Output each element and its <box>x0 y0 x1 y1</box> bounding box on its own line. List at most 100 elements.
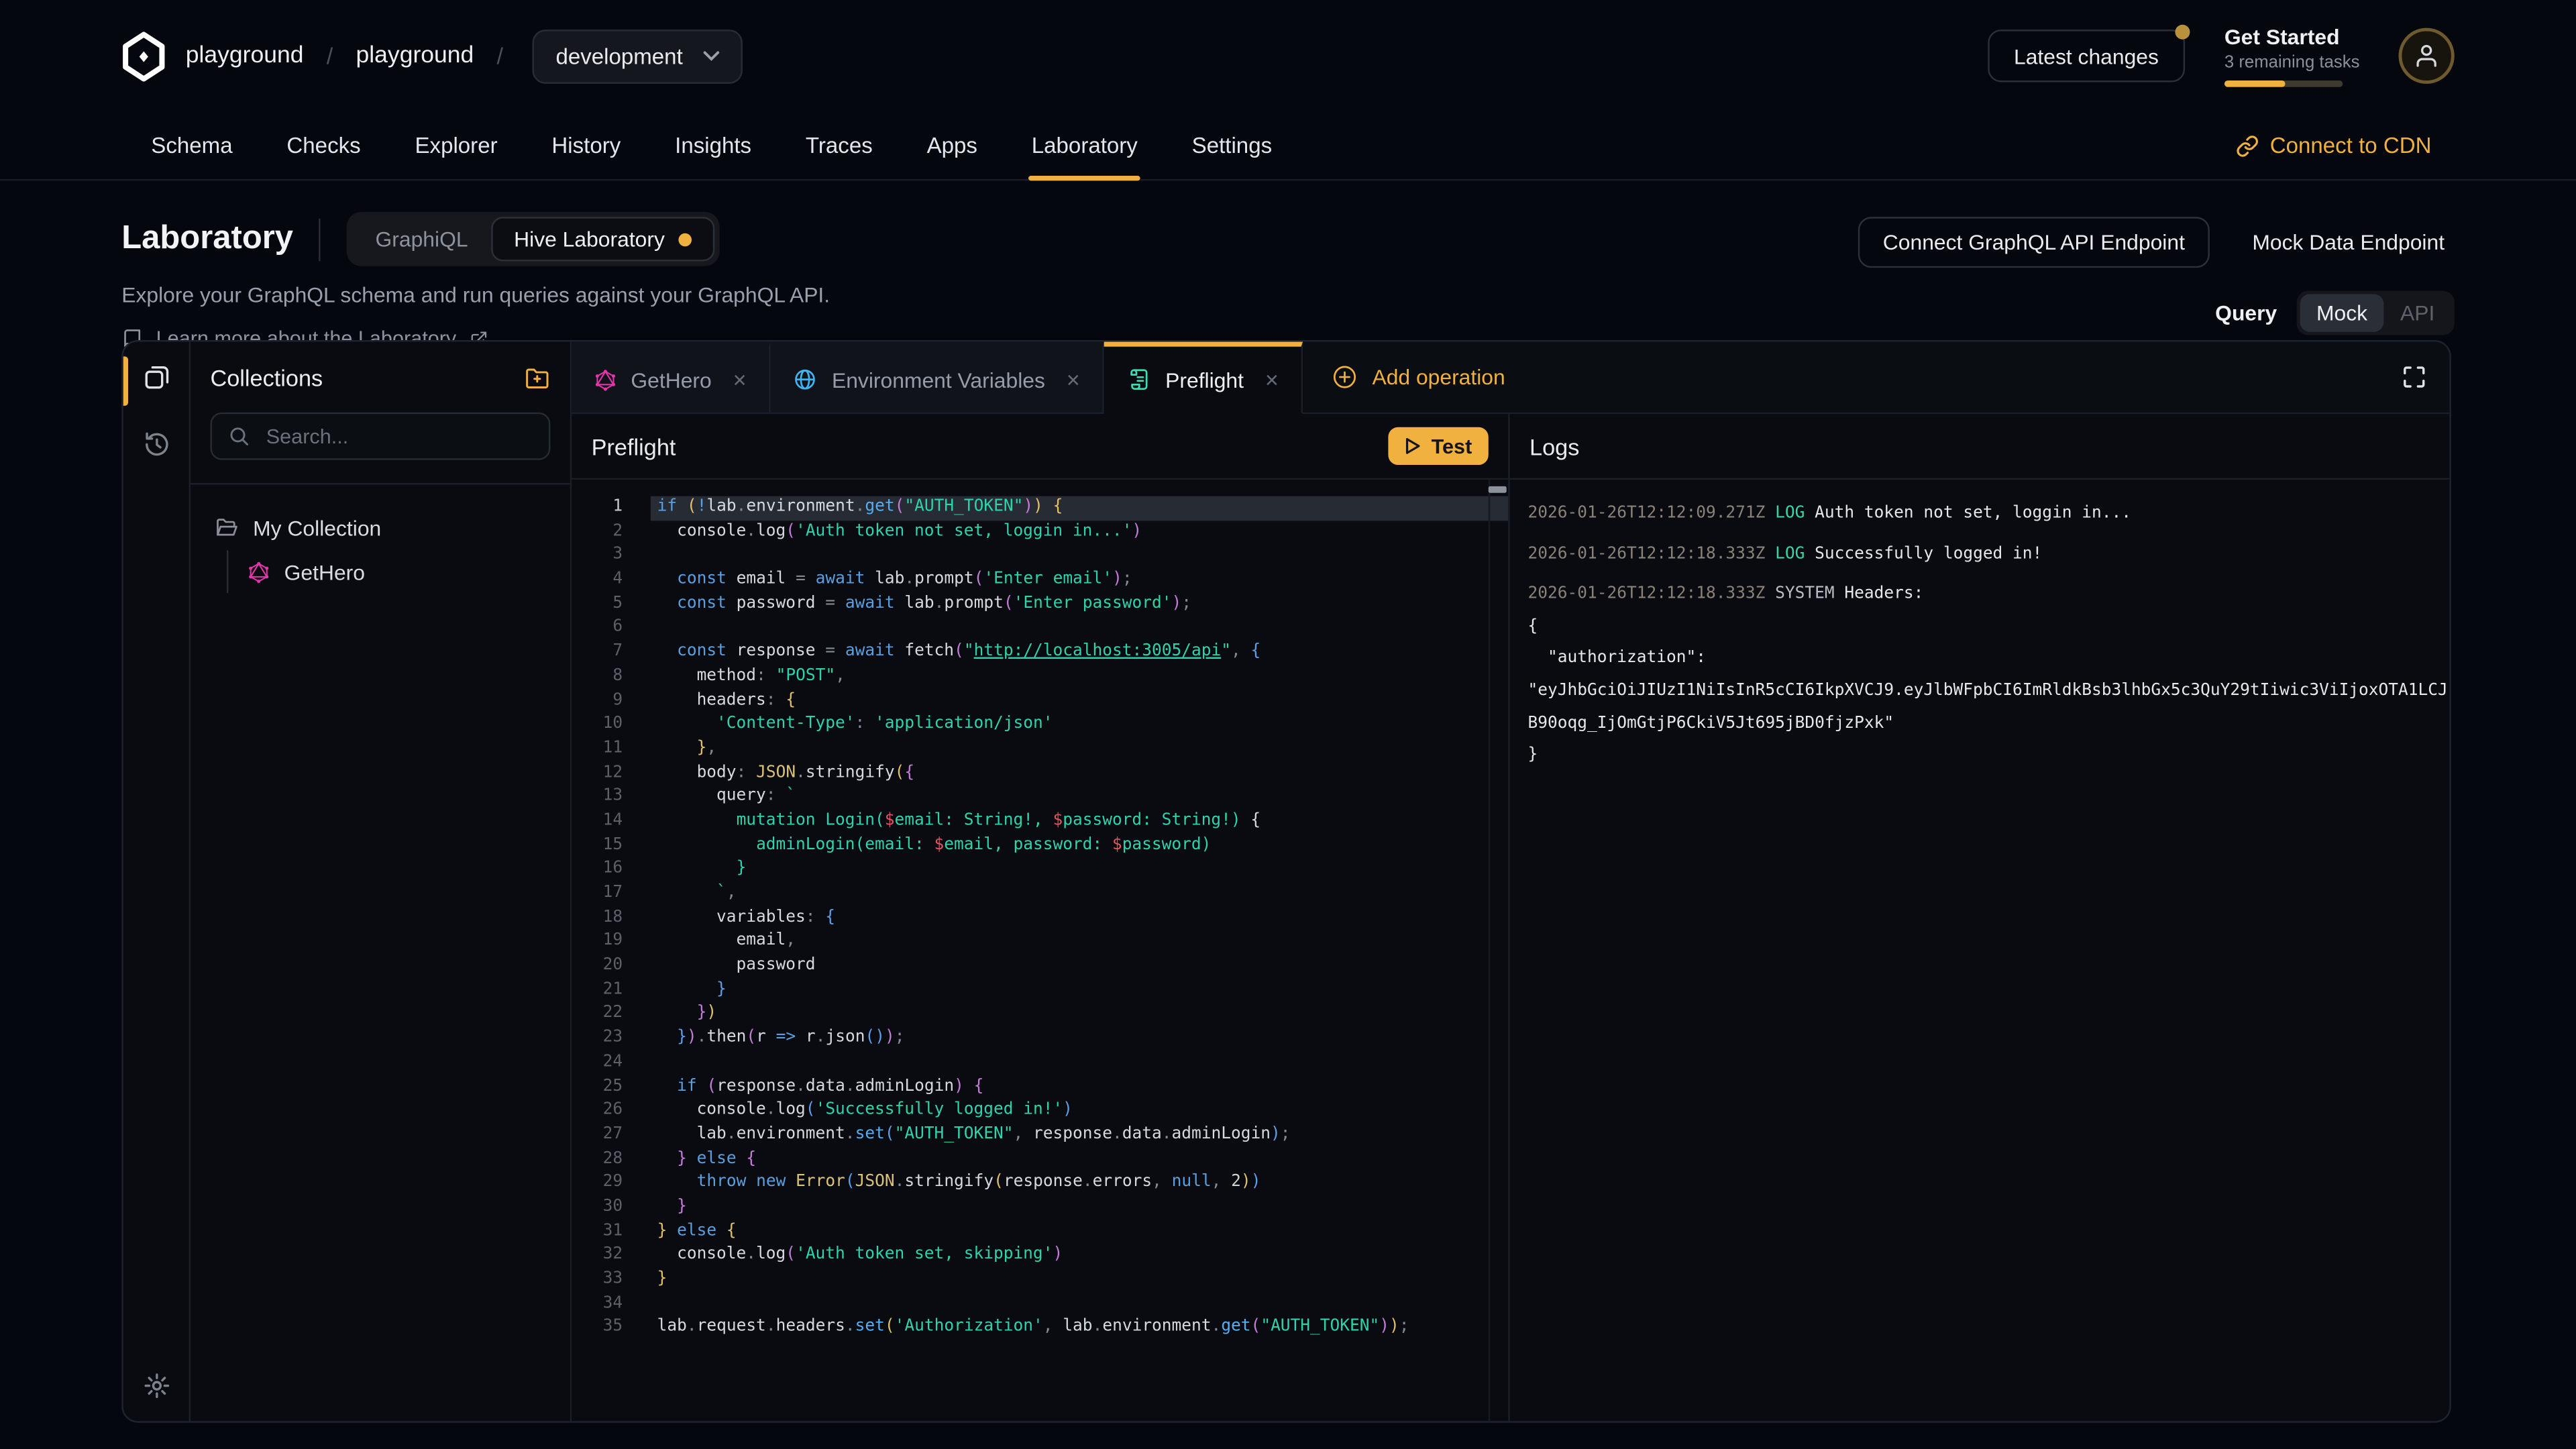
line-number: 29 <box>572 1172 623 1196</box>
code-line[interactable]: 20 password <box>572 955 1508 979</box>
line-number: 27 <box>572 1124 623 1148</box>
line-number: 5 <box>572 592 623 616</box>
code-line[interactable]: 35lab.request.headers.set('Authorization… <box>572 1317 1508 1341</box>
target-select[interactable]: development <box>533 29 742 83</box>
line-content <box>623 1293 657 1317</box>
scrollbar-handle[interactable] <box>1489 486 1507 493</box>
add-collection-button[interactable] <box>524 365 550 391</box>
tab-gethero[interactable]: GetHero× <box>572 341 771 414</box>
breadcrumb: playground / playground / development <box>121 29 742 83</box>
query-mode-api[interactable]: API <box>2384 294 2451 331</box>
line-content: 'Content-Type': 'application/json' <box>623 713 1053 737</box>
tab-preflight[interactable]: Preflight× <box>1105 341 1303 414</box>
settings-rail-button[interactable] <box>142 1372 170 1400</box>
code-line[interactable]: 27 lab.environment.set("AUTH_TOKEN", res… <box>572 1124 1508 1148</box>
page-subtitle: Explore your GraphQL schema and run quer… <box>121 282 830 307</box>
code-line[interactable]: 25 if (response.data.adminLogin) { <box>572 1075 1508 1099</box>
line-content: }) <box>623 1003 716 1027</box>
tree-folder-my-collection[interactable]: My Collection <box>204 506 557 549</box>
code-line[interactable]: 16 } <box>572 858 1508 882</box>
code-line[interactable]: 10 'Content-Type': 'application/json' <box>572 713 1508 737</box>
code-line[interactable]: 19 email, <box>572 930 1508 955</box>
code-line[interactable]: 17 `, <box>572 882 1508 906</box>
line-content <box>623 1051 657 1075</box>
get-started-title: Get Started <box>2224 25 2359 50</box>
latest-changes-button[interactable]: Latest changes <box>1988 30 2185 82</box>
code-line[interactable]: 31} else { <box>572 1220 1508 1244</box>
nav-item-explorer[interactable]: Explorer <box>415 112 497 179</box>
nav-item-settings[interactable]: Settings <box>1192 112 1272 179</box>
get-started-widget[interactable]: Get Started 3 remaining tasks <box>2224 25 2359 87</box>
mock-data-endpoint-button[interactable]: Mock Data Endpoint <box>2243 228 2455 256</box>
line-content: } <box>623 1269 667 1293</box>
code-editor[interactable]: 1if (!lab.environment.get("AUTH_TOKEN"))… <box>572 480 1508 1421</box>
ui-mode-toggle: GraphiQL Hive Laboratory <box>347 212 719 266</box>
line-number: 33 <box>572 1269 623 1293</box>
line-number: 30 <box>572 1196 623 1220</box>
code-line[interactable]: 28 } else { <box>572 1148 1508 1172</box>
code-line[interactable]: 29 throw new Error(JSON.stringify(respon… <box>572 1172 1508 1196</box>
code-line[interactable]: 1if (!lab.environment.get("AUTH_TOKEN"))… <box>572 496 1508 521</box>
query-mode-mock[interactable]: Mock <box>2300 294 2383 331</box>
avatar[interactable] <box>2399 28 2455 84</box>
code-line[interactable]: 23 }).then(r => r.json()); <box>572 1027 1508 1051</box>
hive-laboratory-page: playground / playground / development La… <box>0 0 2576 1449</box>
line-number: 7 <box>572 641 623 665</box>
code-line[interactable]: 14 mutation Login($email: String!, $pass… <box>572 810 1508 834</box>
code-line[interactable]: 26 console.log('Successfully logged in!'… <box>572 1099 1508 1124</box>
line-number: 12 <box>572 761 623 786</box>
close-tab-icon[interactable]: × <box>733 368 747 391</box>
code-line[interactable]: 3 <box>572 545 1508 569</box>
collections-rail-button[interactable] <box>142 363 170 391</box>
line-content: body: JSON.stringify({ <box>623 761 914 786</box>
top-bar: playground / playground / development La… <box>0 0 2576 112</box>
code-line[interactable]: 33} <box>572 1269 1508 1293</box>
nav-item-checks[interactable]: Checks <box>286 112 360 179</box>
code-line[interactable]: 12 body: JSON.stringify({ <box>572 761 1508 786</box>
code-line[interactable]: 22 }) <box>572 1003 1508 1027</box>
code-line[interactable]: 11 }, <box>572 737 1508 761</box>
code-line[interactable]: 13 query: ` <box>572 786 1508 810</box>
code-line[interactable]: 32 console.log('Auth token set, skipping… <box>572 1244 1508 1269</box>
connect-graphql-api-endpoint-button[interactable]: Connect GraphQL API Endpoint <box>1858 217 2210 268</box>
nav-item-apps[interactable]: Apps <box>927 112 977 179</box>
code-line[interactable]: 9 headers: { <box>572 689 1508 713</box>
tree-item-gethero[interactable]: GetHero <box>248 550 557 593</box>
toggle-graphiql[interactable]: GraphiQL <box>352 217 491 261</box>
history-icon <box>142 431 170 459</box>
close-tab-icon[interactable]: × <box>1067 368 1080 391</box>
nav-item-traces[interactable]: Traces <box>806 112 873 179</box>
breadcrumb-org[interactable]: playground <box>186 43 304 69</box>
test-button[interactable]: Test <box>1389 427 1489 465</box>
code-line[interactable]: 6 <box>572 616 1508 641</box>
code-line[interactable]: 8 method: "POST", <box>572 665 1508 689</box>
nav-item-schema[interactable]: Schema <box>151 112 232 179</box>
hive-logo-icon[interactable] <box>121 30 166 81</box>
history-rail-button[interactable] <box>142 431 170 459</box>
code-line[interactable]: 7 const response = await fetch("http://l… <box>572 641 1508 665</box>
code-line[interactable]: 2 console.log('Auth token not set, loggi… <box>572 521 1508 545</box>
tab-environment-variables[interactable]: Environment Variables× <box>771 341 1104 414</box>
search-input[interactable] <box>263 423 533 449</box>
line-content: headers: { <box>623 689 796 713</box>
breadcrumb-project[interactable]: playground <box>356 43 474 69</box>
code-line[interactable]: 30 } <box>572 1196 1508 1220</box>
code-line[interactable]: 24 <box>572 1051 1508 1075</box>
code-line[interactable]: 15 adminLogin(email: $email, password: $… <box>572 834 1508 858</box>
close-tab-icon[interactable]: × <box>1265 368 1279 391</box>
nav-item-insights[interactable]: Insights <box>675 112 751 179</box>
code-line[interactable]: 4 const email = await lab.prompt('Enter … <box>572 568 1508 592</box>
log-entry: 2026-01-26T12:12:18.333Z LOG Successfull… <box>1528 538 2450 570</box>
code-line[interactable]: 21 } <box>572 979 1508 1003</box>
breadcrumb-separator: / <box>497 43 504 69</box>
code-line[interactable]: 34 <box>572 1293 1508 1317</box>
toggle-hive-laboratory[interactable]: Hive Laboratory <box>491 217 714 261</box>
line-content: email, <box>623 930 796 955</box>
connect-to-cdn-link[interactable]: Connect to CDN <box>2235 112 2431 179</box>
add-operation-button[interactable]: Add operation <box>1303 341 1535 414</box>
nav-item-laboratory[interactable]: Laboratory <box>1032 112 1138 179</box>
code-line[interactable]: 5 const password = await lab.prompt('Ent… <box>572 592 1508 616</box>
code-line[interactable]: 18 variables: { <box>572 906 1508 930</box>
fullscreen-icon[interactable] <box>2402 365 2426 390</box>
nav-item-history[interactable]: History <box>551 112 621 179</box>
